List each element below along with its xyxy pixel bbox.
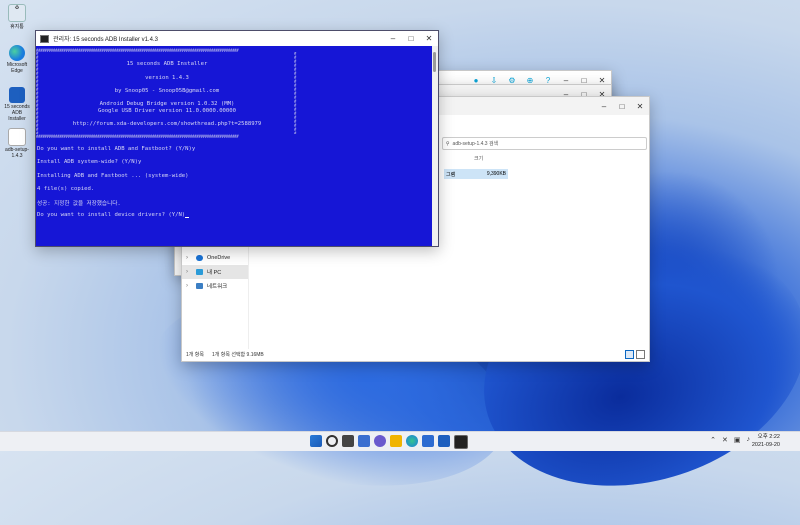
- sidebar-item-label: 네트워크: [207, 284, 228, 290]
- clock-date: 2021-09-20: [751, 442, 780, 448]
- sidebar-item-label: 내 PC: [207, 270, 222, 276]
- search-placeholder: adb-setup-1.4.3 검색: [452, 141, 499, 147]
- installer-icon[interactable]: [438, 435, 450, 447]
- chevron-right-icon[interactable]: ›: [186, 269, 192, 275]
- network-icon: [196, 283, 203, 289]
- banner-line: by Snoop05 - Snoop05B@gmail.com: [114, 88, 220, 94]
- banner-line: version 1.4.3: [145, 75, 189, 81]
- sidebar-item-onedrive[interactable]: › OneDrive: [182, 251, 248, 265]
- edge-icon[interactable]: [406, 435, 418, 447]
- computer-icon: [196, 269, 203, 275]
- console-output[interactable]: ########################################…: [36, 46, 438, 246]
- desktop-icon-label: Microsoft Edge: [6, 62, 28, 74]
- close-icon[interactable]: ✕: [420, 34, 438, 43]
- installer-icon: [9, 87, 25, 103]
- desktop-icon-label: adb-setup-1.4.3: [5, 147, 29, 159]
- banner-border: ########################################…: [36, 134, 239, 139]
- system-tray: ⌃ ✕ ▣ ♪: [710, 436, 750, 444]
- volume-icon[interactable]: ♪: [747, 436, 751, 444]
- task-view-icon[interactable]: [342, 435, 354, 447]
- banner-line: Android Debug Bridge version 1.0.32 (MM): [99, 101, 235, 107]
- search-icon[interactable]: [326, 435, 338, 447]
- banner-border: ########################################…: [36, 48, 239, 53]
- minimize-icon[interactable]: –: [595, 102, 613, 111]
- console-line: 4 file(s) copied.: [37, 186, 95, 192]
- taskbar-apps: [310, 435, 468, 449]
- sidebar-item-network[interactable]: › 네트워크: [182, 279, 248, 293]
- file-explorer-icon[interactable]: [390, 435, 402, 447]
- clock[interactable]: 오후 2:22 2021-09-20: [752, 433, 780, 449]
- file-row[interactable]: 그램 9,390KB: [444, 169, 508, 179]
- chat-icon[interactable]: [374, 435, 386, 447]
- console-scrollbar[interactable]: [432, 46, 438, 246]
- chevron-right-icon[interactable]: ›: [186, 255, 192, 261]
- desktop-icon-recycle-bin[interactable]: ♻ 휴지통: [3, 4, 31, 30]
- desktop-icon-file[interactable]: adb-setup-1.4.3: [3, 128, 31, 159]
- console-title: 관리자: 15 seconds ADB Installer v1.4.3: [53, 37, 158, 43]
- tiles-view-icon[interactable]: [636, 350, 645, 359]
- minimize-icon[interactable]: –: [384, 34, 402, 43]
- desktop-icon-installer[interactable]: 15 seconds ADB Installer: [3, 87, 31, 122]
- desktop-icon-label: 15 seconds ADB Installer: [4, 104, 30, 122]
- search-box[interactable]: ⚲ adb-setup-1.4.3 검색: [441, 137, 647, 150]
- address-toolbar: ↻ ⚲ adb-setup-1.4.3 검색: [432, 137, 647, 150]
- maximize-icon[interactable]: □: [402, 34, 420, 43]
- banner-line: http://forum.xda-developers.com/showthre…: [72, 121, 262, 127]
- status-bar: 1개 항목 1개 항목 선택함 9.16MB: [186, 350, 645, 359]
- recycle-bin-icon: ♻: [8, 4, 26, 22]
- banner-line: Google USB Driver version 11.0.0000.0000…: [97, 108, 237, 114]
- scrollbar-thumb[interactable]: [433, 52, 436, 72]
- terminal-icon: [40, 34, 49, 43]
- column-header-size[interactable]: 크기: [474, 155, 483, 162]
- adb-installer-console[interactable]: 관리자: 15 seconds ADB Installer v1.4.3 – □…: [35, 30, 439, 247]
- console-line: Do you want to install device drivers? (…: [37, 212, 186, 218]
- close-icon[interactable]: ✕: [631, 102, 649, 111]
- desktop-icon-label: 휴지통: [10, 24, 24, 30]
- clock-time: 오후 2:22: [757, 434, 780, 440]
- network-icon[interactable]: ▣: [734, 436, 741, 444]
- file-size: 9,390KB: [486, 171, 506, 177]
- terminal-icon[interactable]: [454, 435, 468, 449]
- console-line: Install ADB system-wide? (Y/N)y: [37, 159, 142, 165]
- text-cursor: [185, 217, 190, 218]
- chevron-up-icon[interactable]: ⌃: [710, 436, 716, 444]
- maximize-icon[interactable]: □: [613, 102, 631, 111]
- search-icon: ⚲: [445, 140, 450, 147]
- console-line: Do you want to install ADB and Fastboot?…: [37, 146, 196, 152]
- chevron-right-icon[interactable]: ›: [186, 283, 192, 289]
- sidebar-item-this-pc[interactable]: › 내 PC: [182, 265, 248, 279]
- input-icon[interactable]: ✕: [722, 436, 728, 444]
- navigation-pane: › OneDrive › 내 PC › 네트워크: [182, 237, 249, 349]
- status-selection: 1개 항목 선택함 9.16MB: [211, 352, 264, 358]
- file-type: 그램: [446, 171, 456, 178]
- console-line: Installing ADB and Fastboot ... (system-…: [37, 173, 189, 179]
- console-titlebar[interactable]: 관리자: 15 seconds ADB Installer v1.4.3 – □…: [36, 31, 438, 46]
- status-item-count: 1개 항목: [186, 352, 204, 358]
- console-banner: ########################################…: [36, 48, 298, 140]
- edge-icon: [9, 45, 25, 61]
- banner-line: 15 seconds ADB Installer: [126, 61, 208, 67]
- console-prompt-line: Do you want to install device drivers? (…: [37, 212, 190, 218]
- start-icon[interactable]: [310, 435, 322, 447]
- file-icon: [8, 128, 26, 146]
- sidebar-item-label: OneDrive: [207, 255, 231, 261]
- widgets-icon[interactable]: [358, 435, 370, 447]
- console-line: 성공: 지정한 값을 저장했습니다.: [37, 201, 121, 207]
- desktop-icon-edge[interactable]: Microsoft Edge: [3, 45, 31, 74]
- cloud-icon: [196, 255, 203, 261]
- taskbar: ⌃ ✕ ▣ ♪ 오후 2:22 2021-09-20: [0, 431, 800, 451]
- store-icon[interactable]: [422, 435, 434, 447]
- details-view-icon[interactable]: [625, 350, 634, 359]
